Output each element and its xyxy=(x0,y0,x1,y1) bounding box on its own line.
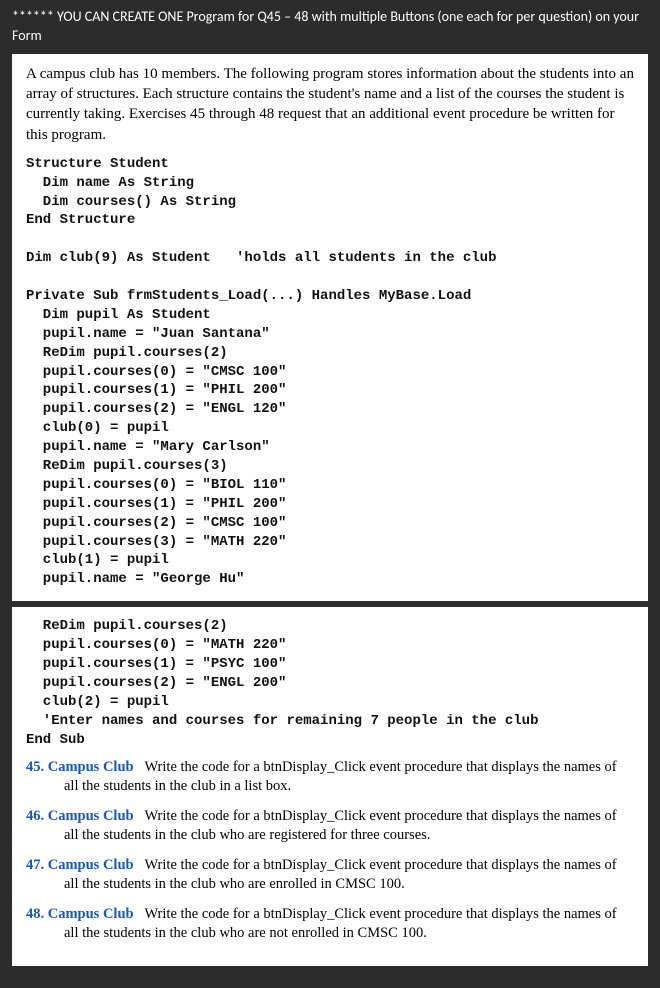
header-note: ****** YOU CAN CREATE ONE Program for Q4… xyxy=(12,8,648,46)
exercise-body: Write the code for a btnDisplay_Click ev… xyxy=(64,857,617,893)
exercise-47: 47. Campus Club Write the code for a btn… xyxy=(26,856,634,895)
page-2: ReDim pupil.courses(2) pupil.courses(0) … xyxy=(12,607,648,966)
exercise-number: 46. xyxy=(26,808,44,824)
exercise-number: 47. xyxy=(26,857,44,873)
exercise-45: 45. Campus Club Write the code for a btn… xyxy=(26,758,634,797)
code-block-1: Structure Student Dim name As String Dim… xyxy=(26,155,634,589)
exercise-title: Campus Club xyxy=(48,759,134,775)
code-block-2: ReDim pupil.courses(2) pupil.courses(0) … xyxy=(26,617,634,749)
intro-paragraph: A campus club has 10 members. The follow… xyxy=(26,64,634,145)
page-1: A campus club has 10 members. The follow… xyxy=(12,54,648,601)
exercise-48: 48. Campus Club Write the code for a btn… xyxy=(26,905,634,944)
exercise-title: Campus Club xyxy=(48,857,134,873)
exercise-title: Campus Club xyxy=(48,906,134,922)
exercise-46: 46. Campus Club Write the code for a btn… xyxy=(26,807,634,846)
exercise-body: Write the code for a btnDisplay_Click ev… xyxy=(64,808,617,844)
outer-container: ****** YOU CAN CREATE ONE Program for Q4… xyxy=(0,0,660,988)
exercise-body: Write the code for a btnDisplay_Click ev… xyxy=(64,759,617,795)
exercise-title: Campus Club xyxy=(48,808,134,824)
exercise-body: Write the code for a btnDisplay_Click ev… xyxy=(64,906,617,942)
exercise-number: 45. xyxy=(26,759,44,775)
exercise-number: 48. xyxy=(26,906,44,922)
